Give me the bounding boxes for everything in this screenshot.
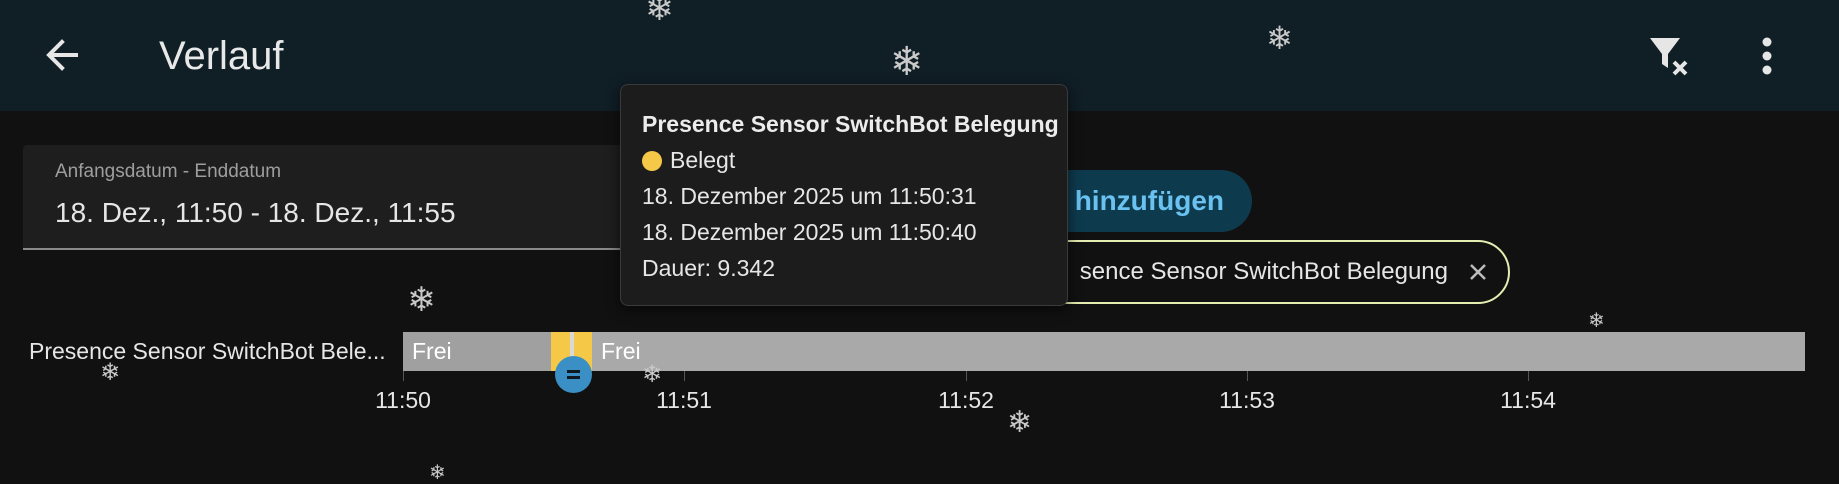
- tick-mark: [1247, 371, 1248, 381]
- tooltip-end-time: 18. Dezember 2025 um 11:50:40: [642, 219, 977, 245]
- snowflake-icon: ❄: [645, 0, 674, 29]
- tick-label: 11:54: [1500, 387, 1556, 413]
- snowflake-icon: ❄: [100, 358, 121, 386]
- timeline-entity-label: Presence Sensor SwitchBot Bele...: [29, 338, 386, 364]
- tooltip-duration: Dauer: 9.342: [642, 255, 775, 281]
- close-icon[interactable]: [1464, 258, 1492, 286]
- timeline-tooltip: Presence Sensor SwitchBot Belegung Beleg…: [620, 84, 1068, 306]
- snowflake-icon: ❄: [429, 460, 446, 484]
- date-range-value: 18. Dez., 11:50 - 18. Dez., 11:55: [55, 197, 456, 228]
- segment-label: Frei: [412, 338, 452, 364]
- equals-icon: [567, 370, 580, 379]
- target-chip[interactable]: sence Sensor SwitchBot Belegung: [1020, 240, 1510, 304]
- page-title: Verlauf: [159, 34, 284, 78]
- tick-mark: [684, 371, 685, 381]
- tick-mark: [1528, 371, 1529, 381]
- date-range-label: Anfangsdatum - Enddatum: [55, 161, 282, 182]
- timeline-marker-handle[interactable]: [555, 356, 592, 393]
- back-button[interactable]: [38, 30, 88, 80]
- tick-label: 11:51: [656, 387, 712, 413]
- snowflake-icon: ❄: [407, 280, 436, 320]
- snowflake-icon: ❄: [1588, 308, 1605, 332]
- snowflake-icon: ❄: [890, 39, 924, 85]
- dots-vertical-icon: [1762, 37, 1772, 75]
- tick-label: 11:52: [938, 387, 994, 413]
- add-target-label: el hinzufügen: [1043, 185, 1224, 216]
- arrow-left-icon: [46, 39, 78, 71]
- target-chip-label: sence Sensor SwitchBot Belegung: [1079, 258, 1448, 285]
- tick-mark: [403, 371, 404, 381]
- snowflake-icon: ❄: [642, 360, 663, 388]
- tick-label: 11:50: [375, 387, 431, 413]
- overflow-menu-button[interactable]: [1742, 30, 1792, 80]
- state-color-dot: [642, 151, 662, 171]
- tooltip-title: Presence Sensor SwitchBot Belegung: [642, 111, 1059, 137]
- tick-mark: [966, 371, 967, 381]
- tooltip-state: Belegt: [670, 147, 736, 173]
- segment-label: Frei: [601, 338, 641, 364]
- snowflake-icon: ❄: [1266, 19, 1293, 57]
- date-range-picker[interactable]: Anfangsdatum - Enddatum 18. Dez., 11:50 …: [23, 145, 623, 250]
- filter-remove-icon: [1650, 38, 1688, 76]
- snowflake-icon: ❄: [1007, 405, 1033, 440]
- tick-label: 11:53: [1219, 387, 1275, 413]
- clear-filter-button[interactable]: [1644, 30, 1694, 80]
- tooltip-start-time: 18. Dezember 2025 um 11:50:31: [642, 183, 977, 209]
